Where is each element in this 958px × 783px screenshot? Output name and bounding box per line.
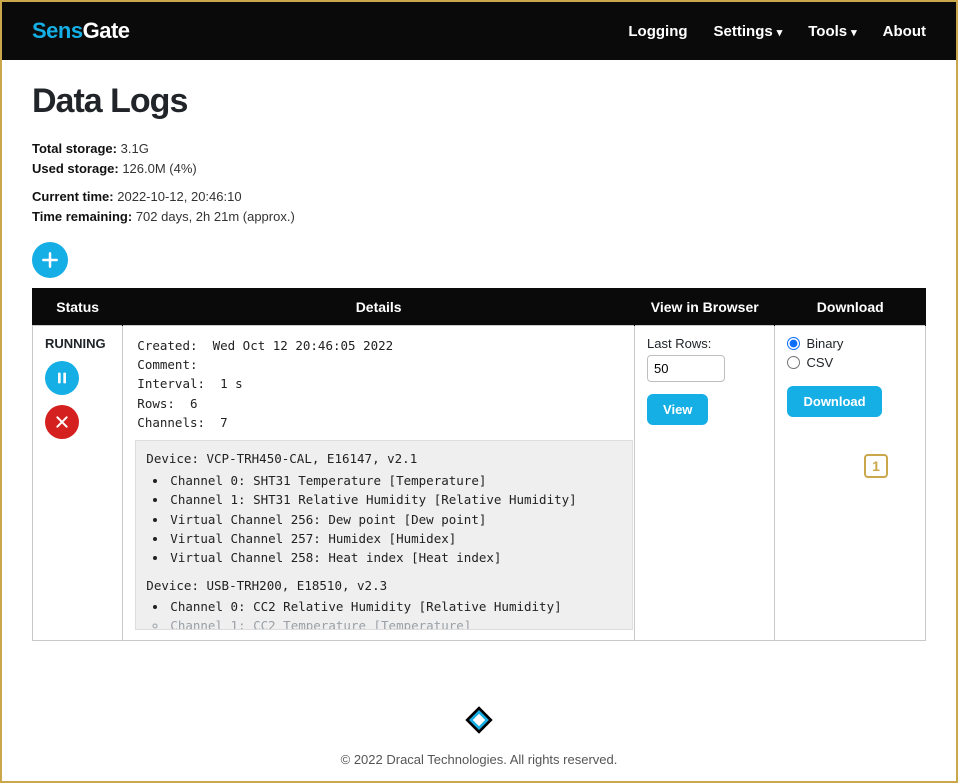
interval-value: 1 s [220,376,243,391]
nav-tools[interactable]: Tools ▾ [808,23,856,40]
details-cell: Created: Wed Oct 12 20:46:05 2022 Commen… [123,325,635,641]
comment-label: Comment: [137,357,197,372]
channel-list: Channel 0: CC2 Relative Humidity [Relati… [168,597,622,630]
channel-item: Channel 1: SHT31 Relative Humidity [Rela… [168,490,622,509]
brand-part-a: Sens [32,18,83,43]
log-row: RUNNING Created: Wed Oct 12 20:46:05 202… [33,325,926,641]
view-cell: Last Rows: View [635,325,775,641]
nav-logging[interactable]: Logging [628,23,687,40]
plus-icon [40,250,60,270]
nav-about-label: About [883,23,926,40]
device-header: Device: USB-TRH200, E18510, v2.3 [146,576,622,595]
created-value: Wed Oct 12 20:46:05 2022 [213,338,394,353]
channel-item: Virtual Channel 256: Dew point [Dew poin… [168,510,622,529]
used-storage-value: 126.0M (4%) [122,161,196,176]
radio-binary[interactable] [787,337,800,350]
pause-button[interactable] [45,361,79,395]
nav-settings-label: Settings [714,23,773,40]
detail-summary: Created: Wed Oct 12 20:46:05 2022 Commen… [135,336,622,441]
brand-part-b: Gate [83,18,130,43]
channels-value: 7 [220,415,228,430]
status-label: RUNNING [45,336,110,351]
radio-csv-label: CSV [806,355,833,370]
channel-item: Channel 0: SHT31 Temperature [Temperatur… [168,471,622,490]
radio-csv[interactable] [787,356,800,369]
radio-binary-label: Binary [806,336,843,351]
col-status: Status [33,288,123,325]
last-rows-label: Last Rows: [647,336,762,351]
nav-tools-label: Tools [808,23,847,40]
col-view: View in Browser [635,288,775,325]
channel-list: Channel 0: SHT31 Temperature [Temperatur… [168,471,622,568]
status-cell: RUNNING [33,325,123,641]
close-icon [54,414,70,430]
storage-info: Total storage: 3.1G Used storage: 126.0M… [32,139,926,179]
brand-logo: SensGate [32,18,130,44]
used-storage-label: Used storage: [32,161,119,176]
channel-item: Channel 0: CC2 Relative Humidity [Relati… [168,597,622,616]
download-cell: Binary CSV Download [775,325,926,641]
col-details: Details [123,288,635,325]
chevron-down-icon: ▾ [851,26,857,39]
delete-button[interactable] [45,405,79,439]
footer-logo-icon [457,698,501,742]
navbar: SensGate Logging Settings ▾ Tools ▾ About [2,2,956,60]
chevron-down-icon: ▾ [777,26,783,39]
view-button[interactable]: View [647,394,708,425]
time-remaining-value: 702 days, 2h 21m (approx.) [136,209,295,224]
channel-item: Channel 1: CC2 Temperature [Temperature] [168,616,622,630]
last-rows-input[interactable] [647,355,725,382]
download-button[interactable]: Download [787,386,881,417]
annotation-callout-1: 1 [864,454,888,478]
add-log-button[interactable] [32,242,68,278]
interval-label: Interval: [137,376,205,391]
device-header: Device: VCP-TRH450-CAL, E16147, v2.1 [146,449,622,468]
total-storage-value: 3.1G [121,141,149,156]
nav-logging-label: Logging [628,23,687,40]
footer: © 2022 Dracal Technologies. All rights r… [2,698,956,767]
time-remaining-label: Time remaining: [32,209,132,224]
rows-label: Rows: [137,396,175,411]
channel-item: Virtual Channel 257: Humidex [Humidex] [168,529,622,548]
col-download: Download [775,288,926,325]
logs-table: Status Details View in Browser Download … [32,288,926,642]
main-content: Data Logs Total storage: 3.1G Used stora… [2,60,956,641]
pause-icon [54,370,70,386]
channel-item: Virtual Channel 258: Heat index [Heat in… [168,548,622,567]
current-time-value: 2022-10-12, 20:46:10 [117,189,241,204]
footer-copyright: © 2022 Dracal Technologies. All rights r… [2,752,956,767]
channel-listing[interactable]: Device: VCP-TRH450-CAL, E16147, v2.1 Chan… [135,440,633,630]
rows-value: 6 [190,396,198,411]
channels-label: Channels: [137,415,205,430]
nav-about[interactable]: About [883,23,926,40]
nav-links: Logging Settings ▾ Tools ▾ About [628,23,926,40]
time-info: Current time: 2022-10-12, 20:46:10 Time … [32,187,926,227]
page-title: Data Logs [32,82,926,121]
created-label: Created: [137,338,197,353]
total-storage-label: Total storage: [32,141,117,156]
nav-settings[interactable]: Settings ▾ [714,23,783,40]
current-time-label: Current time: [32,189,114,204]
